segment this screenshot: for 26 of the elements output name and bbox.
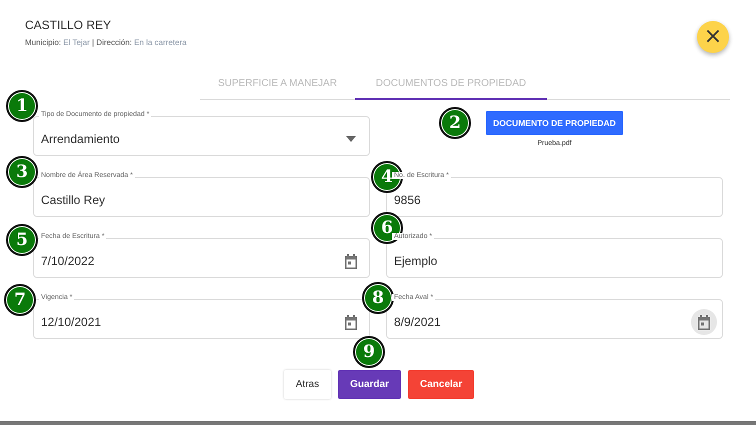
field-value: 9856: [394, 193, 422, 207]
calendar-icon: [697, 314, 711, 330]
field-value: 12/10/2021: [41, 315, 102, 329]
calendar-icon: [344, 314, 358, 330]
cancel-button[interactable]: Cancelar: [408, 370, 474, 399]
field-value: Arrendamiento: [41, 132, 121, 146]
record-title: CASTILLO REY: [25, 18, 112, 32]
step-number-badge: 5: [6, 224, 38, 256]
save-button[interactable]: Guardar: [338, 370, 401, 399]
step-number-badge: 2: [439, 107, 471, 139]
step-number-badge: 1: [6, 90, 38, 122]
calendar-icon: [344, 254, 358, 268]
step-number-badge: 3: [6, 156, 38, 188]
step-number-badge: 8: [362, 282, 394, 314]
field-value: 8/9/2021: [394, 315, 442, 329]
calendar-button[interactable]: [691, 309, 717, 335]
dropdown-caret-icon: [346, 136, 356, 142]
record-subtitle: Municipio: El Tejar | Dirección: En la carretera: [25, 38, 188, 47]
field-value: Castillo Rey: [41, 193, 106, 207]
step-number-badge: 7: [4, 284, 36, 316]
back-button[interactable]: Atras: [284, 370, 332, 399]
upload-button[interactable]: DOCUMENTO DE PROPIEDAD: [486, 111, 623, 135]
step-number-badge: 9: [353, 336, 385, 368]
close-button[interactable]: ×: [697, 21, 729, 53]
field-value: 7/10/2022: [41, 254, 96, 268]
field-value: Ejemplo: [394, 254, 438, 268]
